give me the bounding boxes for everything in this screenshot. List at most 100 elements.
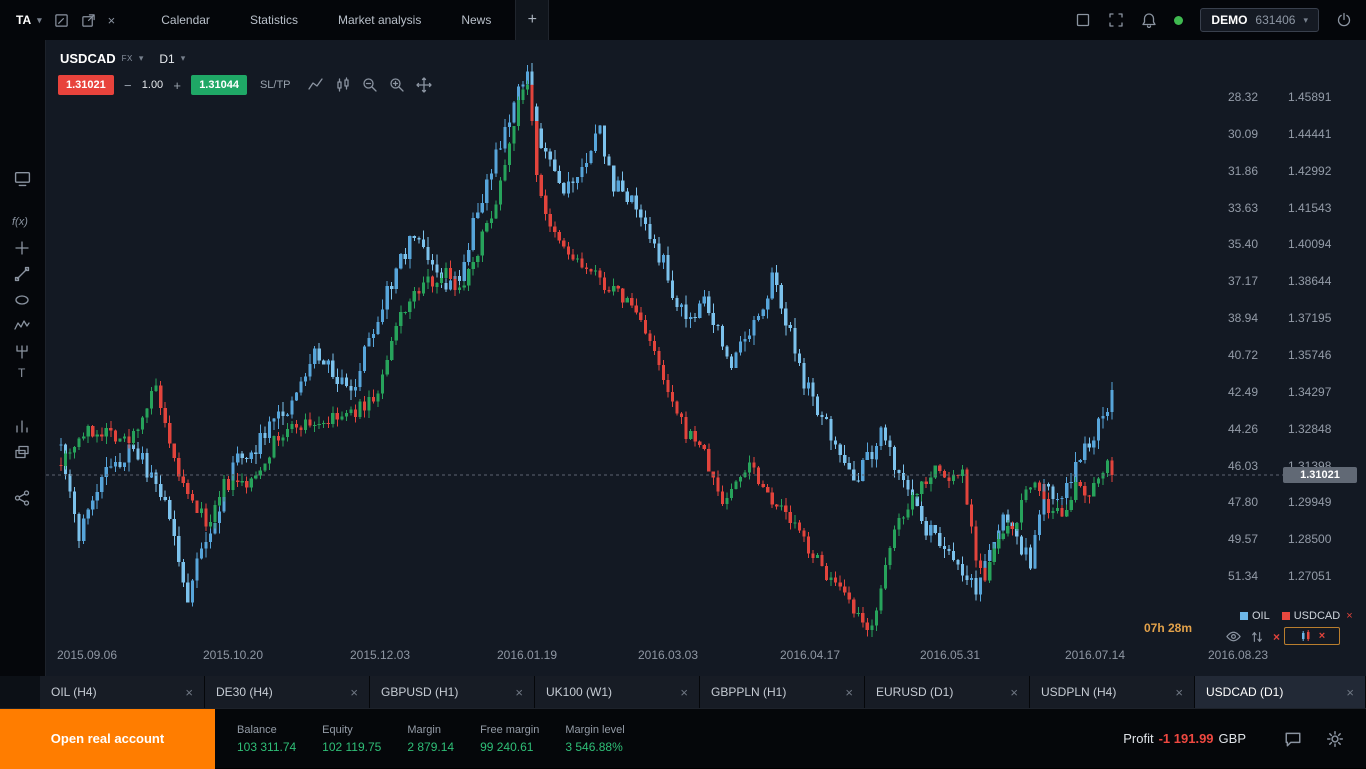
eye-visibility-icon[interactable]	[1226, 629, 1241, 644]
oil-axis-label: 42.49	[1228, 384, 1258, 400]
oil-axis-label: 38.94	[1228, 310, 1258, 326]
instrument-tab[interactable]: OIL (H4) ×	[40, 676, 205, 708]
oil-axis-label: 31.86	[1228, 163, 1258, 179]
popout-icon[interactable]	[81, 13, 96, 28]
settings-gear-icon[interactable]	[1326, 730, 1344, 748]
instrument-tab[interactable]: USDCAD (D1)×	[1195, 676, 1366, 708]
zoom-out-icon[interactable]	[362, 77, 378, 93]
chevron-down-icon[interactable]: ▾	[139, 53, 144, 64]
instrument-tab-label: DE30 (H4)	[216, 685, 273, 699]
close-icon[interactable]: ×	[1010, 685, 1018, 700]
text-tool-icon[interactable]: T	[18, 366, 25, 380]
instrument-tab-label: USDPLN (H4)	[1041, 685, 1116, 699]
close-workspace-icon[interactable]: ×	[108, 13, 116, 28]
close-icon[interactable]: ×	[185, 685, 193, 700]
usdcad-axis-label: 1.32848	[1288, 421, 1331, 437]
close-icon[interactable]: ×	[515, 685, 523, 700]
legend-item-usdcad[interactable]: USDCAD×	[1282, 610, 1353, 622]
workspace-menu[interactable]: TA ▾	[16, 13, 42, 27]
instrument-tab[interactable]: EURUSD (D1)×	[865, 676, 1030, 708]
volume-value[interactable]: 1.00	[142, 79, 163, 91]
overlay-controls: ×	[1226, 629, 1280, 644]
remove-overlay-icon[interactable]: ×	[1273, 630, 1280, 644]
oil-axis-label: 35.40	[1228, 236, 1258, 252]
notifications-bell-icon[interactable]	[1141, 12, 1157, 28]
edit-workspace-icon[interactable]	[54, 13, 69, 28]
stat-label: Free margin	[480, 724, 539, 736]
legend-swatch	[1282, 612, 1290, 620]
stat-value: 102 119.75	[322, 740, 381, 754]
oil-axis-label: 28.32	[1228, 89, 1258, 105]
candle-chart-type-icon[interactable]	[335, 77, 351, 93]
waves-icon[interactable]	[14, 318, 30, 334]
instrument-tab[interactable]: DE30 (H4) ×	[205, 676, 370, 708]
volume-minus-button[interactable]: −	[121, 78, 135, 93]
instrument-tab-label: UK100 (W1)	[546, 685, 612, 699]
chart-panel: f(x) T USDCAD FX ▾ D1 ▾ 1.31021 − 1.00 +	[0, 40, 1366, 676]
close-icon[interactable]: ×	[1346, 610, 1352, 622]
close-icon[interactable]: ×	[845, 685, 853, 700]
chart-legend: OIL USDCAD×	[1240, 610, 1353, 622]
zoom-in-icon[interactable]	[389, 77, 405, 93]
buy-price-button[interactable]: 1.31044	[191, 75, 247, 95]
close-icon[interactable]: ×	[1175, 685, 1183, 700]
open-real-account-button[interactable]: Open real account	[0, 709, 215, 769]
chat-support-icon[interactable]	[1284, 730, 1302, 748]
power-logout-icon[interactable]	[1336, 12, 1352, 28]
close-icon[interactable]: ×	[1346, 685, 1354, 700]
stat-label: Margin	[407, 724, 454, 736]
usdcad-axis-label: 1.42992	[1288, 163, 1331, 179]
overlay-instrument-box[interactable]: ×	[1284, 627, 1340, 645]
oil-axis-label: 30.09	[1228, 126, 1258, 142]
close-icon[interactable]: ×	[1319, 630, 1325, 642]
top-nav-tabs: CalendarStatisticsMarket analysisNews	[141, 0, 511, 40]
sltp-button[interactable]: SL/TP	[260, 79, 291, 91]
chart-area[interactable]	[45, 40, 1366, 676]
legend-item-oil[interactable]: OIL	[1240, 610, 1270, 622]
share-icon[interactable]	[14, 490, 30, 506]
sort-arrows-icon[interactable]	[1250, 630, 1264, 644]
volume-plus-button[interactable]: +	[170, 78, 184, 93]
chevron-down-icon[interactable]: ▾	[181, 53, 186, 64]
oil-axis-label: 33.63	[1228, 200, 1258, 216]
usdcad-axis-label: 1.37195	[1288, 310, 1331, 326]
sell-price-button[interactable]: 1.31021	[58, 75, 114, 95]
layout-icon[interactable]	[1075, 12, 1091, 28]
x-axis-date: 2016.07.14	[1050, 648, 1140, 662]
objects-layers-icon[interactable]	[14, 444, 30, 460]
indicators-fx-icon[interactable]: f(x)	[12, 216, 28, 228]
pitchfork-icon[interactable]	[14, 344, 30, 360]
account-mode: DEMO	[1211, 13, 1247, 27]
oil-axis-label: 44.26	[1228, 421, 1258, 437]
timeframe-selector[interactable]: D1	[159, 52, 174, 66]
account-selector[interactable]: DEMO 631406 ▾	[1200, 8, 1319, 32]
nav-tab-calendar[interactable]: Calendar	[141, 0, 230, 40]
nav-tab-market-analysis[interactable]: Market analysis	[318, 0, 441, 40]
nav-tab-statistics[interactable]: Statistics	[230, 0, 318, 40]
line-chart-type-icon[interactable]	[308, 77, 324, 93]
trendline-icon[interactable]	[14, 266, 30, 282]
close-icon[interactable]: ×	[680, 685, 688, 700]
stat-margin: Margin 2 879.14	[407, 724, 454, 754]
nav-tab-news[interactable]: News	[441, 0, 511, 40]
instrument-tab-label: GBPPLN (H1)	[711, 685, 786, 699]
instrument-tab[interactable]: USDPLN (H4) ×	[1030, 676, 1195, 708]
legend-label: OIL	[1252, 610, 1270, 622]
instrument-tab[interactable]: GBPPLN (H1) ×	[700, 676, 865, 708]
indicator-histogram-icon[interactable]	[14, 418, 30, 434]
chart-window-icon[interactable]	[14, 170, 31, 187]
instrument-tab-label: OIL (H4)	[51, 685, 97, 699]
ellipse-icon[interactable]	[14, 292, 30, 308]
crosshair-icon[interactable]	[14, 240, 30, 256]
drawing-tools-toolbar: f(x) T	[0, 40, 45, 676]
stat-value: 2 879.14	[407, 740, 454, 754]
close-icon[interactable]: ×	[350, 685, 358, 700]
instrument-tabs-bar: OIL (H4)×DE30 (H4)×GBPUSD (H1)×UK100 (W1…	[0, 676, 1366, 708]
instrument-tab[interactable]: UK100 (W1) ×	[535, 676, 700, 708]
top-bar: TA ▾ × CalendarStatisticsMarket analysis…	[0, 0, 1366, 40]
instrument-tab[interactable]: GBPUSD (H1)×	[370, 676, 535, 708]
pan-move-icon[interactable]	[416, 77, 432, 93]
fullscreen-icon[interactable]	[1108, 12, 1124, 28]
candlestick-chart[interactable]	[46, 48, 1366, 648]
new-tab-button[interactable]: +	[515, 0, 549, 40]
